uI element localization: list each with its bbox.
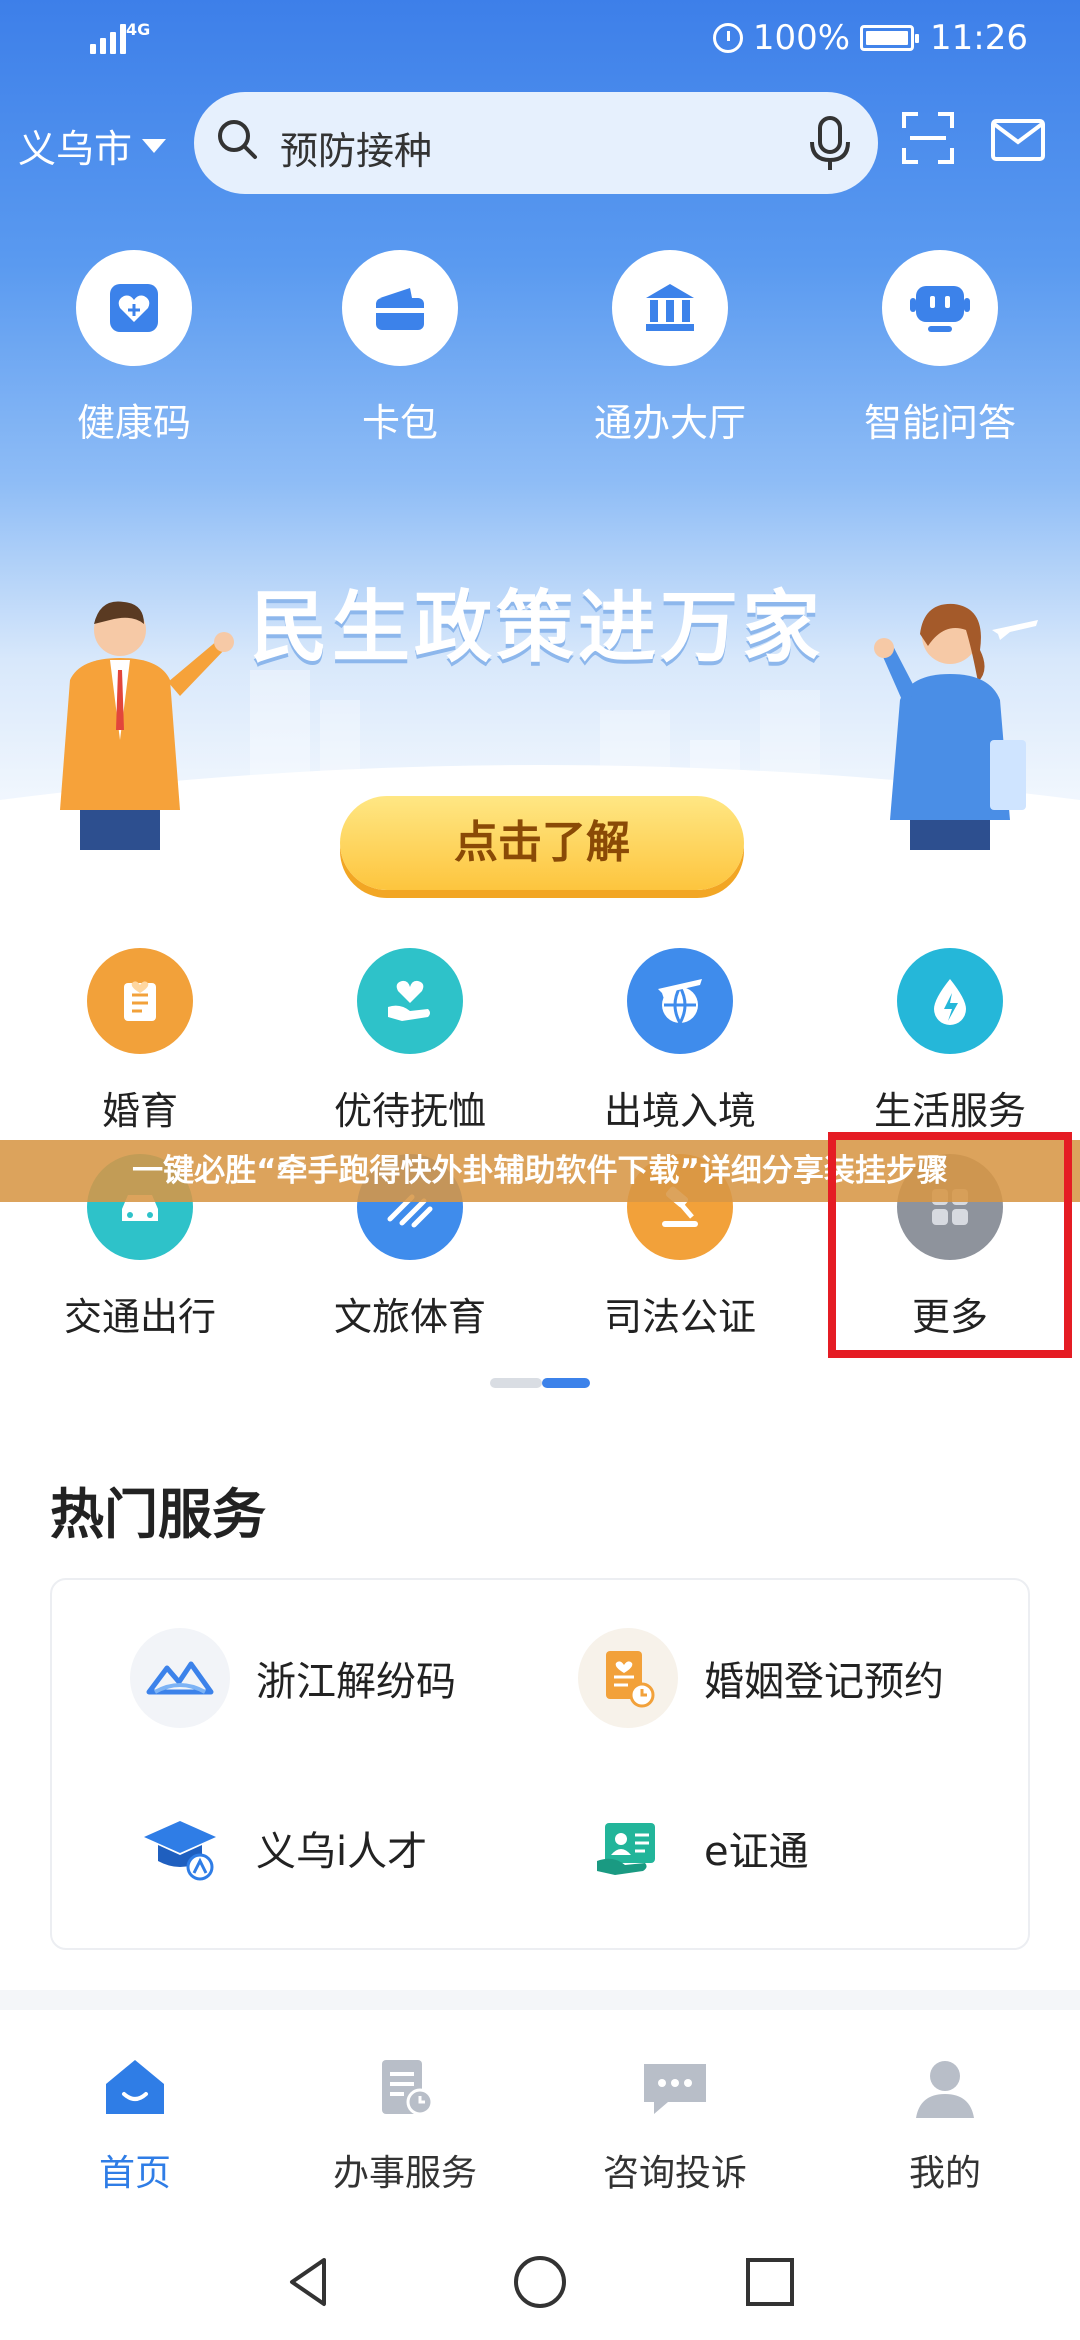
hall-icon xyxy=(612,250,728,366)
alarm-icon xyxy=(712,23,743,53)
home-icon xyxy=(106,2060,164,2114)
mountain-logo-icon xyxy=(130,1628,230,1728)
robot-icon xyxy=(882,250,998,366)
marriage-icon xyxy=(87,948,193,1054)
hot-item-dispute-code[interactable]: 浙江解纷码 xyxy=(130,1628,456,1728)
id-card-icon xyxy=(578,1798,678,1898)
service-label: 生活服务 xyxy=(873,1089,1026,1133)
service-label: 出境入境 xyxy=(603,1089,756,1133)
city-label: 义乌市 xyxy=(18,127,133,171)
battery-icon xyxy=(860,25,920,51)
hot-item-label: e证通 xyxy=(704,1829,809,1875)
caret-down-icon xyxy=(142,138,167,153)
recents-icon[interactable] xyxy=(740,2252,800,2312)
quick-hall[interactable]: 通办大厅 xyxy=(570,250,770,447)
service-label: 交通出行 xyxy=(63,1295,216,1339)
quick-actions: 健康码 卡包 通办大厅 智能问答 xyxy=(0,250,1080,450)
page-dot-active xyxy=(542,1378,590,1388)
page-indicator xyxy=(490,1378,590,1388)
service-doc-icon xyxy=(382,2060,434,2116)
system-navigation-bar xyxy=(0,2230,1080,2340)
hot-item-talent[interactable]: 义乌i人才 xyxy=(130,1798,427,1898)
chat-icon xyxy=(644,2064,706,2114)
home-circle-icon[interactable] xyxy=(510,2252,570,2312)
hot-services-title: 热门服务 xyxy=(50,1483,266,1546)
clock: 11:26 xyxy=(930,18,1028,58)
scan-icon[interactable] xyxy=(900,110,956,166)
quick-wallet[interactable]: 卡包 xyxy=(300,250,500,447)
highlight-box xyxy=(828,1132,1072,1358)
hot-item-e-cert[interactable]: e证通 xyxy=(578,1798,809,1898)
hero-section: 4G 100% 11:26 义乌市 预防接种 健康码 卡包 通办大厅 智能问答 … xyxy=(0,0,1080,880)
hot-item-marriage-booking[interactable]: 婚姻登记预约 xyxy=(578,1628,944,1728)
service-marriage[interactable]: 婚育 xyxy=(5,948,275,1135)
quick-label: 卡包 xyxy=(361,401,438,445)
status-bar: 4G 100% 11:26 xyxy=(0,0,1080,80)
airplane-icon xyxy=(992,620,1038,640)
tab-label: 咨询投诉 xyxy=(602,2153,747,2194)
search-bar[interactable]: 预防接种 xyxy=(194,92,878,194)
quick-health-code[interactable]: 健康码 xyxy=(34,250,234,447)
tab-consult[interactable]: 咨询投诉 xyxy=(540,2056,810,2196)
back-icon[interactable] xyxy=(280,2252,340,2312)
network-type: 4G xyxy=(126,20,151,39)
service-life[interactable]: 生活服务 xyxy=(815,948,1080,1135)
microphone-icon[interactable] xyxy=(808,116,852,172)
health-code-icon xyxy=(76,250,192,366)
tab-services[interactable]: 办事服务 xyxy=(270,2056,540,2196)
hot-services-card: 浙江解纷码 婚姻登记预约 义乌i人才 e证通 xyxy=(50,1578,1030,1950)
quick-robot[interactable]: 智能问答 xyxy=(840,250,1040,447)
quick-label: 健康码 xyxy=(76,401,191,445)
water-drop-icon xyxy=(897,948,1003,1054)
graduation-cap-icon xyxy=(130,1798,230,1898)
tab-label: 我的 xyxy=(908,2153,981,2194)
quick-label: 通办大厅 xyxy=(593,401,746,445)
bottom-tab-bar: 首页 办事服务 咨询投诉 我的 xyxy=(0,2056,1080,2206)
airplane-globe-icon xyxy=(627,948,733,1054)
wallet-icon xyxy=(342,250,458,366)
document-clock-icon xyxy=(578,1628,678,1728)
service-label: 优待抚恤 xyxy=(333,1089,486,1133)
banner-title: 民生政策进万家 xyxy=(250,583,825,673)
hot-item-label: 婚姻登记预约 xyxy=(704,1659,944,1705)
service-label: 司法公证 xyxy=(603,1295,756,1339)
man-illustration xyxy=(60,601,234,850)
service-label: 婚育 xyxy=(101,1089,178,1133)
quick-label: 智能问答 xyxy=(863,401,1016,445)
tab-home[interactable]: 首页 xyxy=(0,2056,270,2196)
page-dot xyxy=(490,1378,542,1388)
care-icon xyxy=(357,948,463,1054)
section-divider xyxy=(0,1990,1080,2010)
service-label: 文旅体育 xyxy=(333,1295,486,1339)
search-placeholder: 预防接种 xyxy=(280,129,433,173)
profile-icon xyxy=(916,2061,974,2118)
tab-profile[interactable]: 我的 xyxy=(810,2056,1080,2196)
tab-label: 办事服务 xyxy=(332,2153,477,2194)
hot-item-label: 义乌i人才 xyxy=(256,1829,428,1875)
learn-more-button[interactable]: 点击了解 xyxy=(340,796,744,890)
signal-icon xyxy=(90,20,126,54)
search-icon xyxy=(218,120,257,159)
service-care[interactable]: 优待抚恤 xyxy=(275,948,545,1135)
mail-icon[interactable] xyxy=(990,118,1046,162)
top-bar: 义乌市 预防接种 xyxy=(0,90,1080,200)
battery-percent: 100% xyxy=(752,18,851,58)
tab-label: 首页 xyxy=(98,2153,171,2194)
city-selector[interactable]: 义乌市 xyxy=(18,118,167,173)
hot-item-label: 浙江解纷码 xyxy=(256,1659,456,1705)
service-exit-entry[interactable]: 出境入境 xyxy=(545,948,815,1135)
